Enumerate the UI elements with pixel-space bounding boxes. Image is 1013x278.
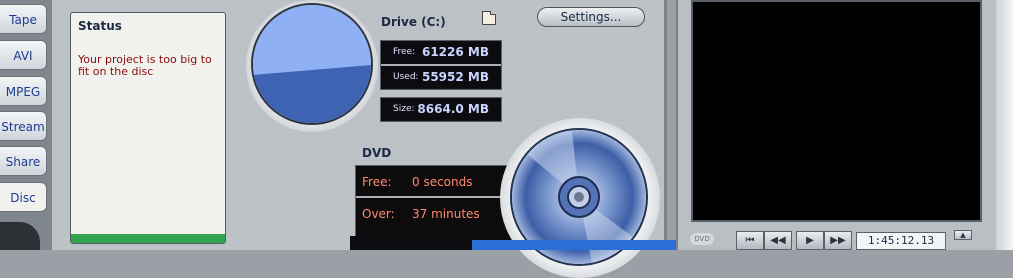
drive-used-row: Used: 55952 MB — [381, 66, 501, 89]
player-controls: DVD ⏮ ◀◀ ▶ ▶▶ 1:45:12.13 ▲ — [690, 229, 990, 250]
drive-free-value: 61226 MB — [421, 45, 489, 59]
window-edge — [996, 0, 1013, 250]
tab-strip-footer — [0, 222, 40, 250]
drive-title: Drive (C:) — [381, 15, 446, 29]
tab-share[interactable]: Share — [0, 146, 47, 176]
drive-size-label: Size: — [393, 104, 415, 114]
fast-forward-button[interactable]: ▶▶ — [824, 231, 852, 250]
drive-size-row: Size: 8664.0 MB — [381, 98, 501, 121]
play-button[interactable]: ▶ — [796, 231, 824, 250]
drive-size-lcd: Size: 8664.0 MB — [380, 97, 502, 122]
dvd-free-label: Free: — [362, 175, 392, 189]
timecode-up-button[interactable]: ▲ — [954, 230, 972, 240]
dvd-logo-icon: DVD — [690, 233, 714, 245]
mode-tab-strip: Tape AVI MPEG Stream Share Disc — [0, 0, 52, 250]
drive-used-label: Used: — [393, 72, 419, 82]
drive-free-label: Free: — [393, 47, 416, 57]
dvd-title: DVD — [362, 146, 392, 160]
drive-usage-pie — [251, 3, 373, 125]
timecode-display[interactable]: 1:45:12.13 — [856, 232, 946, 250]
drive-size-value: 8664.0 MB — [417, 102, 489, 116]
go-to-start-button[interactable]: ⏮ — [736, 231, 764, 250]
tab-mpeg[interactable]: MPEG — [0, 76, 47, 106]
dvd-over-label: Over: — [362, 207, 395, 221]
drive-info-lcd: Free: 61226 MB Used: 55952 MB — [380, 40, 502, 90]
settings-button[interactable]: Settings... — [537, 7, 645, 27]
drive-used-value: 55952 MB — [421, 70, 489, 84]
tab-avi[interactable]: AVI — [0, 40, 47, 70]
dvd-free-value: 0 seconds — [412, 175, 473, 189]
status-box: Status Your project is too big to fit on… — [70, 12, 226, 244]
dvd-over-row: Over: 37 minutes — [356, 198, 514, 228]
folder-icon[interactable] — [482, 11, 496, 25]
dvd-over-value: 37 minutes — [412, 207, 480, 221]
dvd-free-row: Free: 0 seconds — [356, 166, 514, 196]
tab-stream[interactable]: Stream — [0, 111, 47, 141]
tab-disc[interactable]: Disc — [0, 182, 47, 212]
status-title: Status — [78, 19, 122, 33]
status-progress-bar — [71, 234, 225, 243]
tab-tape[interactable]: Tape — [0, 4, 47, 34]
rewind-button[interactable]: ◀◀ — [764, 231, 792, 250]
preview-screen — [691, 0, 982, 222]
drive-free-row: Free: 61226 MB — [381, 41, 501, 64]
status-message: Your project is too big to fit on the di… — [78, 53, 212, 78]
